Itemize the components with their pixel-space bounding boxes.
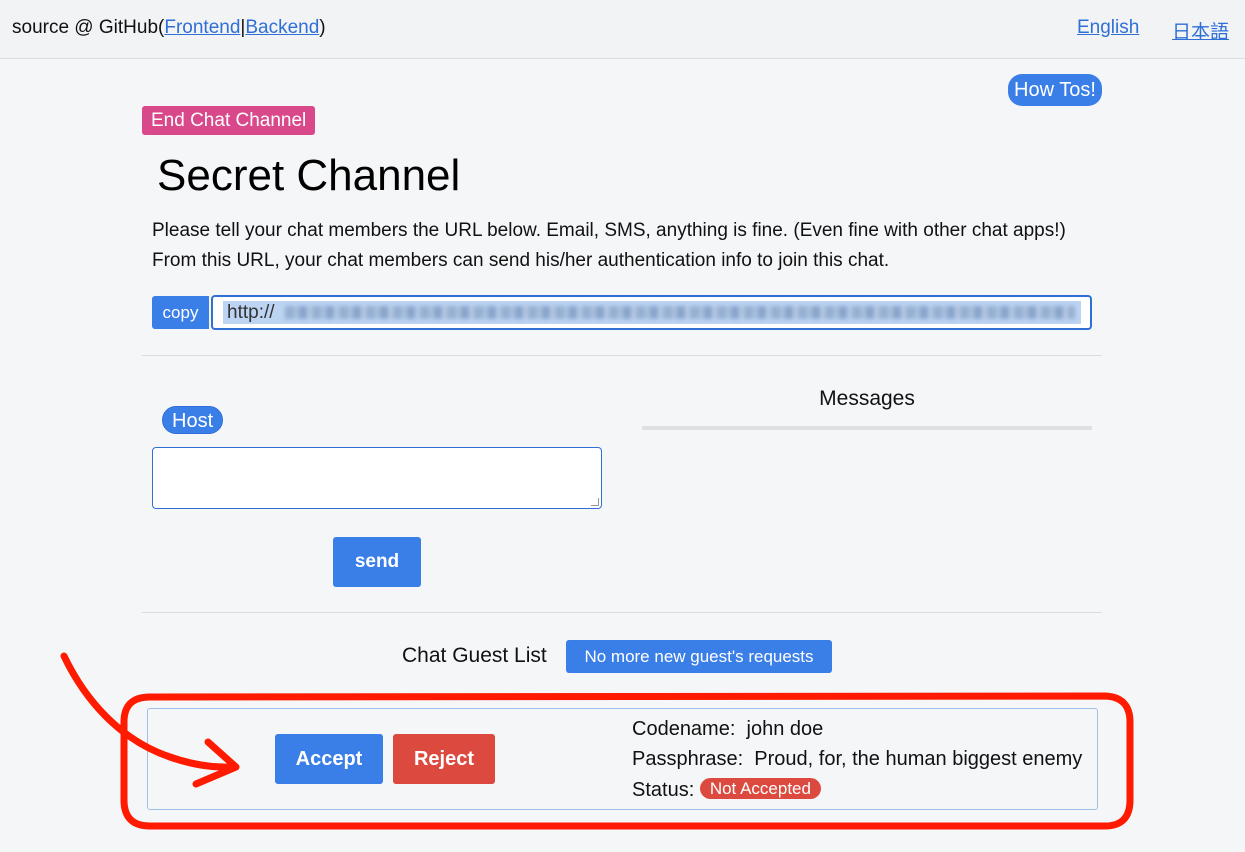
copy-url-button[interactable]: copy xyxy=(152,296,209,329)
passphrase-value: Proud, for, the human biggest enemy xyxy=(754,748,1083,770)
language-japanese-link[interactable]: 日本語 xyxy=(1172,17,1229,44)
host-badge: Host xyxy=(162,406,224,434)
page-title: Secret Channel xyxy=(157,151,461,200)
resize-grip-icon[interactable] xyxy=(591,498,599,506)
divider xyxy=(142,355,1102,356)
brand-prefix: source @ GitHub( xyxy=(12,17,165,38)
reject-guest-button[interactable]: Reject xyxy=(393,734,495,784)
send-button[interactable]: send xyxy=(333,537,421,587)
guest-passphrase: Passphrase: Proud, for, the human bigges… xyxy=(632,748,1082,771)
messages-heading: Messages xyxy=(819,387,915,410)
share-url-field[interactable]: http:// xyxy=(211,295,1092,330)
passphrase-label: Passphrase: xyxy=(632,748,744,770)
guest-status: Status: Not Accepted xyxy=(632,778,821,802)
share-instructions: Please tell your chat members the URL be… xyxy=(152,220,1066,271)
guest-codename: Codename: john doe xyxy=(632,718,823,741)
brand-suffix: ) xyxy=(319,17,326,38)
source-links: source @ GitHub(Frontend|Backend) xyxy=(12,17,326,39)
url-redacted-blur xyxy=(285,306,1075,319)
codename-value: john doe xyxy=(746,718,824,740)
message-textarea[interactable] xyxy=(152,447,602,509)
frontend-link[interactable]: Frontend xyxy=(164,17,240,38)
status-badge: Not Accepted xyxy=(699,778,821,799)
divider xyxy=(142,612,1102,613)
end-chat-channel-button[interactable]: End Chat Channel xyxy=(142,106,316,135)
status-label: Status: xyxy=(632,779,695,801)
accept-guest-button[interactable]: Accept xyxy=(275,734,383,784)
backend-link[interactable]: Backend xyxy=(245,17,319,38)
language-english-link[interactable]: English xyxy=(1077,17,1139,39)
how-tos-button[interactable]: How Tos! xyxy=(1008,74,1102,106)
top-navbar: source @ GitHub(Frontend|Backend) Englis… xyxy=(0,0,1245,59)
messages-divider xyxy=(642,426,1092,430)
url-visible-prefix: http:// xyxy=(227,302,275,323)
codename-label: Codename: xyxy=(632,718,736,740)
no-more-requests-button[interactable]: No more new guest's requests xyxy=(566,640,832,673)
guest-list-heading: Chat Guest List xyxy=(402,644,547,667)
